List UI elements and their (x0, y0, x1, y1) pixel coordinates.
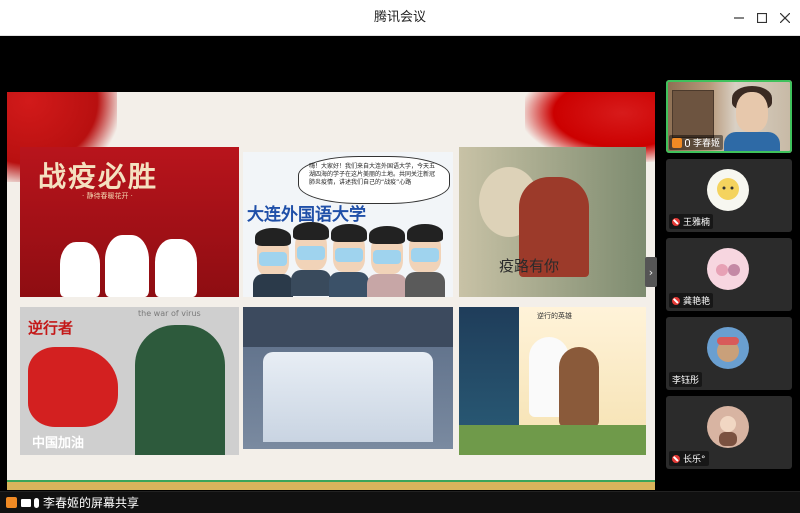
maximize-button[interactable] (752, 8, 772, 28)
poster-slogan: 中国加油 (32, 436, 85, 451)
poster-english-title: the war of virus (138, 309, 201, 318)
participant-nametag: 长乐° (669, 451, 709, 466)
mic-on-icon (685, 138, 690, 147)
participant-name: 龚艳艳 (683, 297, 711, 307)
host-icon (672, 137, 682, 148)
participant-tile[interactable]: 王雅楠 (666, 159, 792, 232)
participant-name: 李春姬 (693, 139, 721, 149)
student-face (293, 222, 329, 270)
minimize-button[interactable] (729, 8, 749, 28)
participant-name: 长乐° (683, 455, 706, 465)
poster-title: 战疫必胜 (38, 160, 159, 193)
avatar (707, 169, 749, 211)
host-icon (6, 497, 17, 508)
avatar (707, 406, 749, 448)
medic-figure (155, 239, 197, 297)
student-face (369, 226, 405, 274)
maximize-icon (757, 13, 767, 23)
screen-share-area: 战疫必胜 · 静待春暖花开 · 嗨！大家好！我们来自大连外国语大学，今天五湖四海… (0, 37, 662, 491)
active-speaker-video[interactable]: 李春姬 (666, 80, 792, 153)
poster-fight-epidemic: 战疫必胜 · 静待春暖花开 · (20, 147, 239, 297)
participant-nametag: 李春姬 (669, 135, 724, 150)
participant-name: 王雅楠 (683, 218, 711, 228)
mic-muted-icon (672, 454, 680, 463)
medic-figure-green (135, 325, 225, 455)
poster-team-photo (243, 307, 453, 449)
participant-tile[interactable]: 长乐° (666, 396, 792, 469)
poster-with-you: 疫路有你 (459, 147, 646, 297)
student-face (407, 224, 443, 272)
screen-share-icon (21, 498, 31, 507)
close-button[interactable] (775, 8, 795, 28)
participant-name: 李钰彤 (672, 376, 700, 386)
poster-retrograde: 逆行者 the war of virus 中国加油 (20, 307, 239, 455)
participant-nametag: 龚艳艳 (669, 293, 714, 308)
participant-tile[interactable]: 龚艳艳 (666, 238, 792, 311)
poster-heroes: 逆行的英雄 (459, 307, 646, 455)
medic-figure (105, 235, 149, 297)
medic-figure (60, 242, 100, 297)
student-face (255, 228, 291, 276)
mic-muted-icon (672, 217, 680, 226)
minimize-icon (734, 17, 744, 19)
avatar (707, 327, 749, 369)
next-page-chevron[interactable]: › (645, 257, 657, 287)
poster-university-group: 嗨！大家好！我们来自大连外国语大学，今天五湖四海的学子在这片美丽的土地。共同关注… (243, 152, 453, 297)
poster-caption: 疫路有你 (499, 257, 560, 275)
speech-bubble: 嗨！大家好！我们来自大连外国语大学，今天五湖四海的学子在这片美丽的土地。共同关注… (298, 156, 450, 204)
poster-subtitle: · 静待春暖花开 · (82, 192, 133, 200)
poster-title: 逆行者 (28, 319, 74, 337)
slide-gold-band (7, 482, 655, 490)
share-label: 李春姬的屏幕共享 (43, 496, 140, 510)
mic-muted-icon (672, 296, 680, 305)
window-title: 腾讯会议 (373, 10, 426, 25)
avatar (707, 248, 749, 290)
participants-sidebar[interactable]: 李春姬 王雅楠 龚艳艳 李钰彤 长乐° (662, 37, 800, 491)
participant-nametag: 王雅楠 (669, 214, 714, 229)
medical-team (263, 352, 433, 442)
title-bar: 腾讯会议 (0, 0, 800, 36)
screen-share-status-bar: 李春姬的屏幕共享 (0, 491, 800, 513)
red-handprint (28, 347, 118, 427)
participant-tile[interactable]: 李钰彤 (666, 317, 792, 390)
close-icon (780, 13, 790, 23)
mic-icon (34, 497, 39, 508)
poster-title: 逆行的英雄 (537, 312, 572, 320)
hero-figure (559, 347, 599, 427)
student-face (331, 224, 367, 272)
chevron-right-icon: › (648, 265, 654, 279)
shared-slide: 战疫必胜 · 静待春暖花开 · 嗨！大家好！我们来自大连外国语大学，今天五湖四海… (7, 92, 655, 490)
participant-nametag: 李钰彤 (669, 372, 703, 387)
